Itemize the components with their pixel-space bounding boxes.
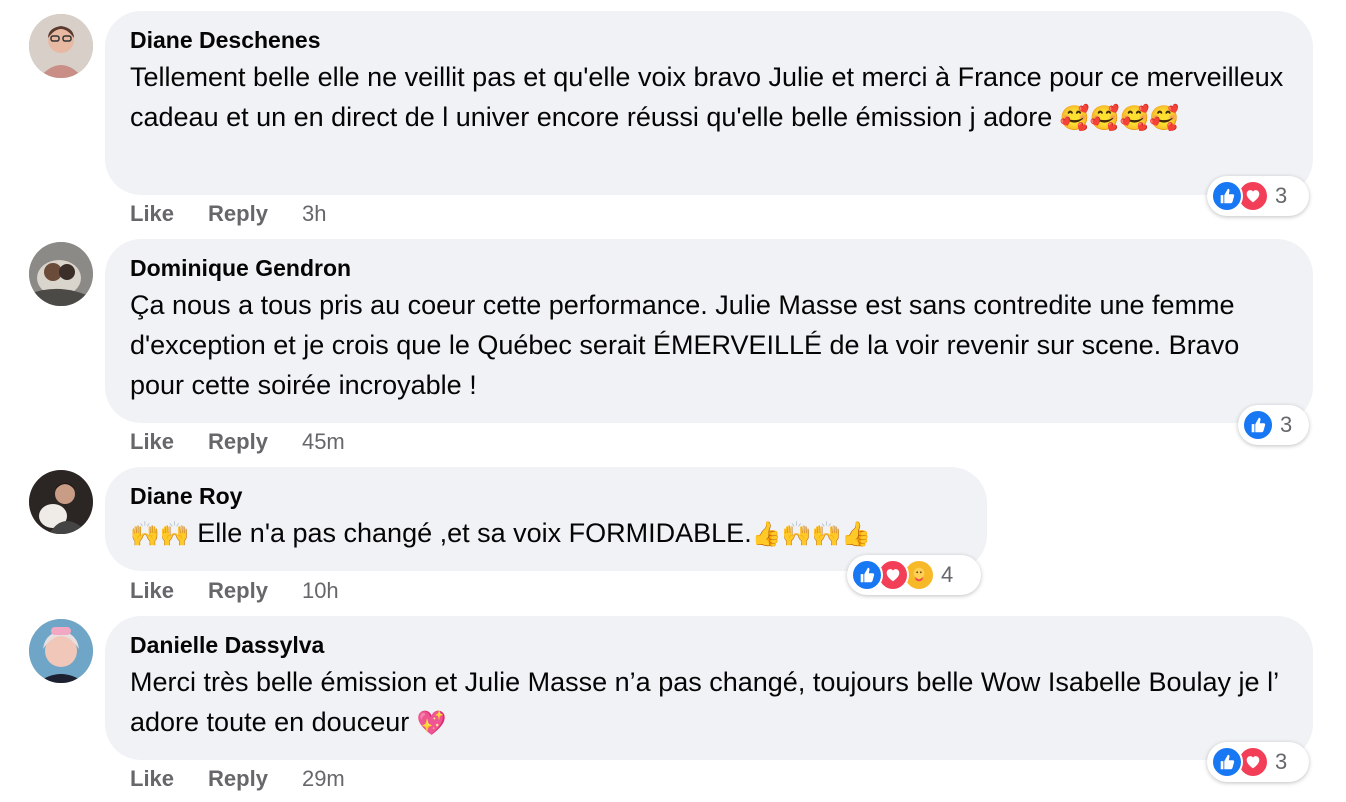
comment-bubble: Diane Deschenes Tellement belle elle ne … [105,11,1313,195]
comment-actions: Like Reply 29m [130,766,345,792]
comment-timestamp[interactable]: 45m [302,429,345,455]
comment-actions: Like Reply 45m [130,429,345,455]
comment-body: Elle n'a pas changé ,et sa voix FORMIDAB… [197,518,752,548]
comment-actions: Like Reply 3h [130,201,326,227]
like-icon [851,559,883,591]
reply-button[interactable]: Reply [208,766,268,792]
comment-timestamp[interactable]: 10h [302,578,339,604]
like-button[interactable]: Like [130,429,174,455]
comment-body: Merci très belle émission et Julie Masse… [130,667,1279,737]
reaction-count: 3 [1275,749,1288,774]
raising-hands-emoji: 🙌🙌 [130,520,190,548]
avatar[interactable] [29,14,93,78]
like-icon [1242,409,1274,441]
reaction-count: 3 [1275,183,1288,208]
comment-author[interactable]: Danielle Dassylva [130,630,1287,660]
comment-author[interactable]: Dominique Gendron [130,253,1287,283]
like-button[interactable]: Like [130,201,174,227]
comment-actions: Like Reply 10h [130,578,339,604]
comment-author[interactable]: Diane Roy [130,481,961,511]
reaction-count: 3 [1280,412,1293,437]
thumbs-and-hands-emoji: 👍🙌🙌👍 [751,520,872,548]
like-icon [1211,746,1243,778]
reply-button[interactable]: Reply [208,429,268,455]
like-button[interactable]: Like [130,766,174,792]
comment-author[interactable]: Diane Deschenes [130,25,1287,55]
reply-button[interactable]: Reply [208,578,268,604]
comment-timestamp[interactable]: 29m [302,766,345,792]
comment-bubble: Dominique Gendron Ça nous a tous pris au… [105,239,1313,423]
like-button[interactable]: Like [130,578,174,604]
comment-text: Merci très belle émission et Julie Masse… [130,662,1287,743]
reaction-summary[interactable]: 3 [1238,405,1309,445]
reaction-summary[interactable]: 3 [1207,176,1309,216]
avatar[interactable] [29,470,93,534]
comment-bubble: Diane Roy 🙌🙌 Elle n'a pas changé ,et sa … [105,467,987,571]
comment-timestamp[interactable]: 3h [302,201,326,227]
comment-text: Tellement belle elle ne veillit pas et q… [130,57,1287,138]
reaction-summary[interactable]: 4 [847,555,981,595]
comment-text: Ça nous a tous pris au coeur cette perfo… [130,290,1240,400]
comment-bubble: Danielle Dassylva Merci très belle émiss… [105,616,1313,760]
like-icon [1211,180,1243,212]
sparkling-heart-emoji: 💖 [416,709,447,737]
comment-text: 🙌🙌 Elle n'a pas changé ,et sa voix FORMI… [130,513,961,554]
avatar[interactable] [29,242,93,306]
reaction-summary[interactable]: 3 [1207,742,1309,782]
avatar[interactable] [29,619,93,683]
reply-button[interactable]: Reply [208,201,268,227]
smiling-hearts-emoji: 🥰🥰🥰🥰 [1059,104,1180,132]
reaction-count: 4 [941,562,954,587]
